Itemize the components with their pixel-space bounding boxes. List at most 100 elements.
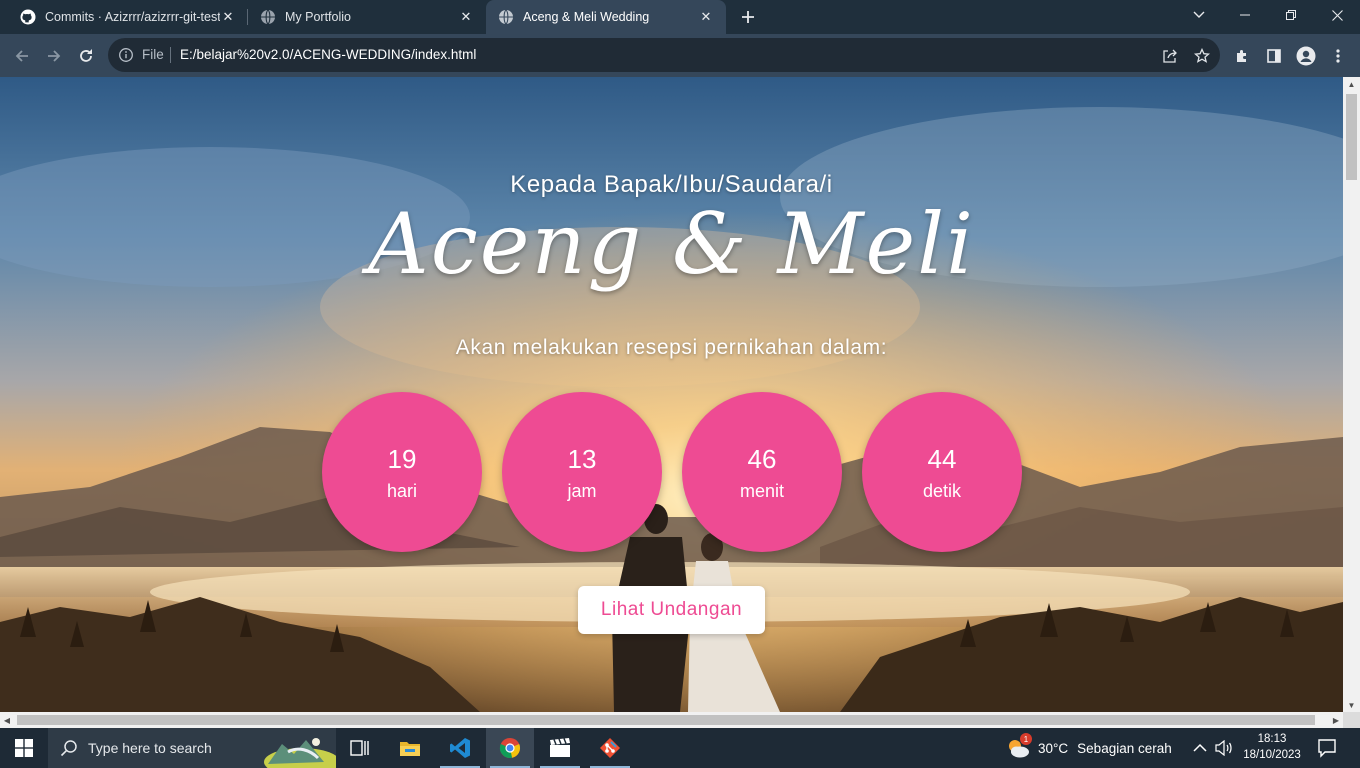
close-icon[interactable]: ✕ [220, 9, 236, 25]
notification-icon [1318, 739, 1336, 758]
scroll-down-arrow-icon[interactable]: ▼ [1343, 698, 1360, 712]
notifications-button[interactable] [1316, 738, 1338, 758]
side-panel-button[interactable] [1260, 42, 1288, 70]
weather-condition: Sebagian cerah [1077, 740, 1172, 756]
scroll-up-arrow-icon[interactable]: ▲ [1343, 77, 1360, 91]
volume-button[interactable] [1214, 738, 1234, 758]
tab-commits[interactable]: Commits · Azizrrr/azizrrr-git-test ✕ [8, 0, 248, 34]
avatar-icon [1296, 46, 1316, 66]
countdown-value: 19 [387, 444, 417, 474]
side-panel-icon [1267, 49, 1281, 63]
speaker-icon [1215, 740, 1232, 756]
page-viewport: Kepada Bapak/Ibu/Saudara/i Aceng & Meli … [0, 77, 1343, 712]
system-clock[interactable]: 18:13 18/10/2023 [1236, 731, 1308, 763]
clock-time: 18:13 [1257, 733, 1287, 745]
restore-button[interactable] [1268, 0, 1314, 30]
countdown-value: 44 [927, 444, 957, 474]
windows-logo-icon [15, 739, 33, 757]
search-icon [60, 739, 78, 757]
new-tab-button[interactable] [736, 6, 760, 28]
tab-portfolio[interactable]: My Portfolio ✕ [248, 0, 486, 34]
video-editor-button[interactable] [536, 728, 584, 768]
chrome-button[interactable] [486, 728, 534, 768]
scroll-right-arrow-icon[interactable]: ▶ [1329, 712, 1343, 728]
profile-button[interactable] [1292, 42, 1320, 70]
chevron-down-icon [1193, 11, 1205, 18]
taskbar-search[interactable]: Type here to search [48, 728, 336, 768]
countdown-value: 13 [567, 444, 597, 474]
countdown-value: 46 [747, 444, 777, 474]
countdown-minutes: 46 menit [682, 392, 842, 552]
file-explorer-button[interactable] [386, 728, 434, 768]
extensions-button[interactable] [1228, 42, 1256, 70]
globe-icon [498, 9, 514, 25]
weather-widget[interactable]: 1 30°C Sebagian cerah [1005, 728, 1172, 768]
reload-icon [80, 49, 92, 62]
vscode-button[interactable] [436, 728, 484, 768]
couple-names: Aceng & Meli [368, 195, 975, 293]
back-button[interactable] [8, 42, 36, 70]
close-icon[interactable]: ✕ [458, 9, 474, 25]
start-button[interactable] [0, 728, 48, 768]
tab-strip: Commits · Azizrrr/azizrrr-git-test ✕ My … [0, 0, 1360, 34]
close-icon [1331, 9, 1343, 21]
file-explorer-icon [400, 742, 420, 756]
restore-icon [1286, 10, 1296, 20]
arrow-left-icon [15, 50, 28, 62]
git-client-button[interactable] [586, 728, 634, 768]
horizontal-scroll-thumb[interactable] [17, 715, 1315, 725]
tab-title: Commits · Azizrrr/azizrrr-git-test [45, 10, 220, 24]
star-icon[interactable] [1192, 46, 1212, 66]
scroll-left-arrow-icon[interactable]: ◀ [0, 712, 14, 728]
vscode-icon [450, 738, 470, 758]
countdown-seconds: 44 detik [862, 392, 1022, 552]
reload-button[interactable] [72, 42, 100, 70]
close-window-button[interactable] [1314, 0, 1360, 30]
scheme-label: File [142, 47, 164, 62]
hero-section: Kepada Bapak/Ibu/Saudara/i Aceng & Meli … [0, 77, 1343, 712]
url-text[interactable]: E:/belajar%20v2.0/ACENG-WEDDING/index.ht… [180, 47, 476, 62]
close-icon[interactable]: ✕ [698, 9, 714, 25]
menu-button[interactable] [1324, 42, 1352, 70]
tab-title: Aceng & Meli Wedding [523, 10, 650, 24]
minimize-button[interactable] [1222, 0, 1268, 30]
vertical-scrollbar[interactable]: ▲ ▼ [1343, 77, 1360, 712]
horizontal-scrollbar[interactable]: ◀ ▶ [0, 712, 1343, 728]
clock-date: 18/10/2023 [1243, 749, 1301, 761]
countdown-unit: detik [922, 481, 962, 501]
countdown-unit: menit [739, 481, 784, 501]
share-icon[interactable] [1160, 46, 1180, 66]
search-placeholder: Type here to search [88, 740, 212, 756]
weather-badge: 1 [1020, 733, 1032, 745]
show-hidden-icons-button[interactable] [1190, 738, 1210, 758]
weather-temperature: 30°C [1038, 740, 1069, 756]
countdown-days: 19 hari [322, 392, 482, 552]
view-invitation-button[interactable]: Lihat Undangan [578, 586, 765, 634]
task-view-icon [350, 740, 369, 756]
clapper-icon [550, 738, 570, 757]
windows-taskbar: Type here to search 1 30°C Sebagian cera… [0, 728, 1360, 768]
info-icon[interactable] [118, 47, 134, 63]
search-highlight-illustration [264, 738, 336, 768]
task-view-button[interactable] [336, 728, 384, 768]
countdown-unit: hari [386, 481, 417, 501]
browser-toolbar: File E:/belajar%20v2.0/ACENG-WEDDING/ind… [0, 34, 1360, 77]
minimize-icon [1240, 14, 1250, 16]
chrome-icon [499, 738, 521, 759]
scrollbar-corner [1343, 712, 1360, 728]
plus-icon [742, 11, 754, 23]
globe-icon [260, 9, 276, 25]
address-bar[interactable]: File E:/belajar%20v2.0/ACENG-WEDDING/ind… [108, 38, 1220, 72]
vertical-scroll-thumb[interactable] [1346, 94, 1357, 180]
tab-title: My Portfolio [285, 10, 351, 24]
kebab-menu-icon [1336, 49, 1340, 63]
tab-search-button[interactable] [1176, 0, 1222, 30]
puzzle-icon [1237, 50, 1246, 62]
arrow-right-icon [48, 50, 61, 62]
partly-sunny-icon: 1 [1005, 733, 1032, 760]
countdown-hours: 13 jam [502, 392, 662, 552]
forward-button[interactable] [40, 42, 68, 70]
chevron-up-icon [1193, 743, 1207, 752]
tab-wedding[interactable]: Aceng & Meli Wedding ✕ [486, 0, 726, 34]
countdown-unit: jam [567, 481, 597, 501]
